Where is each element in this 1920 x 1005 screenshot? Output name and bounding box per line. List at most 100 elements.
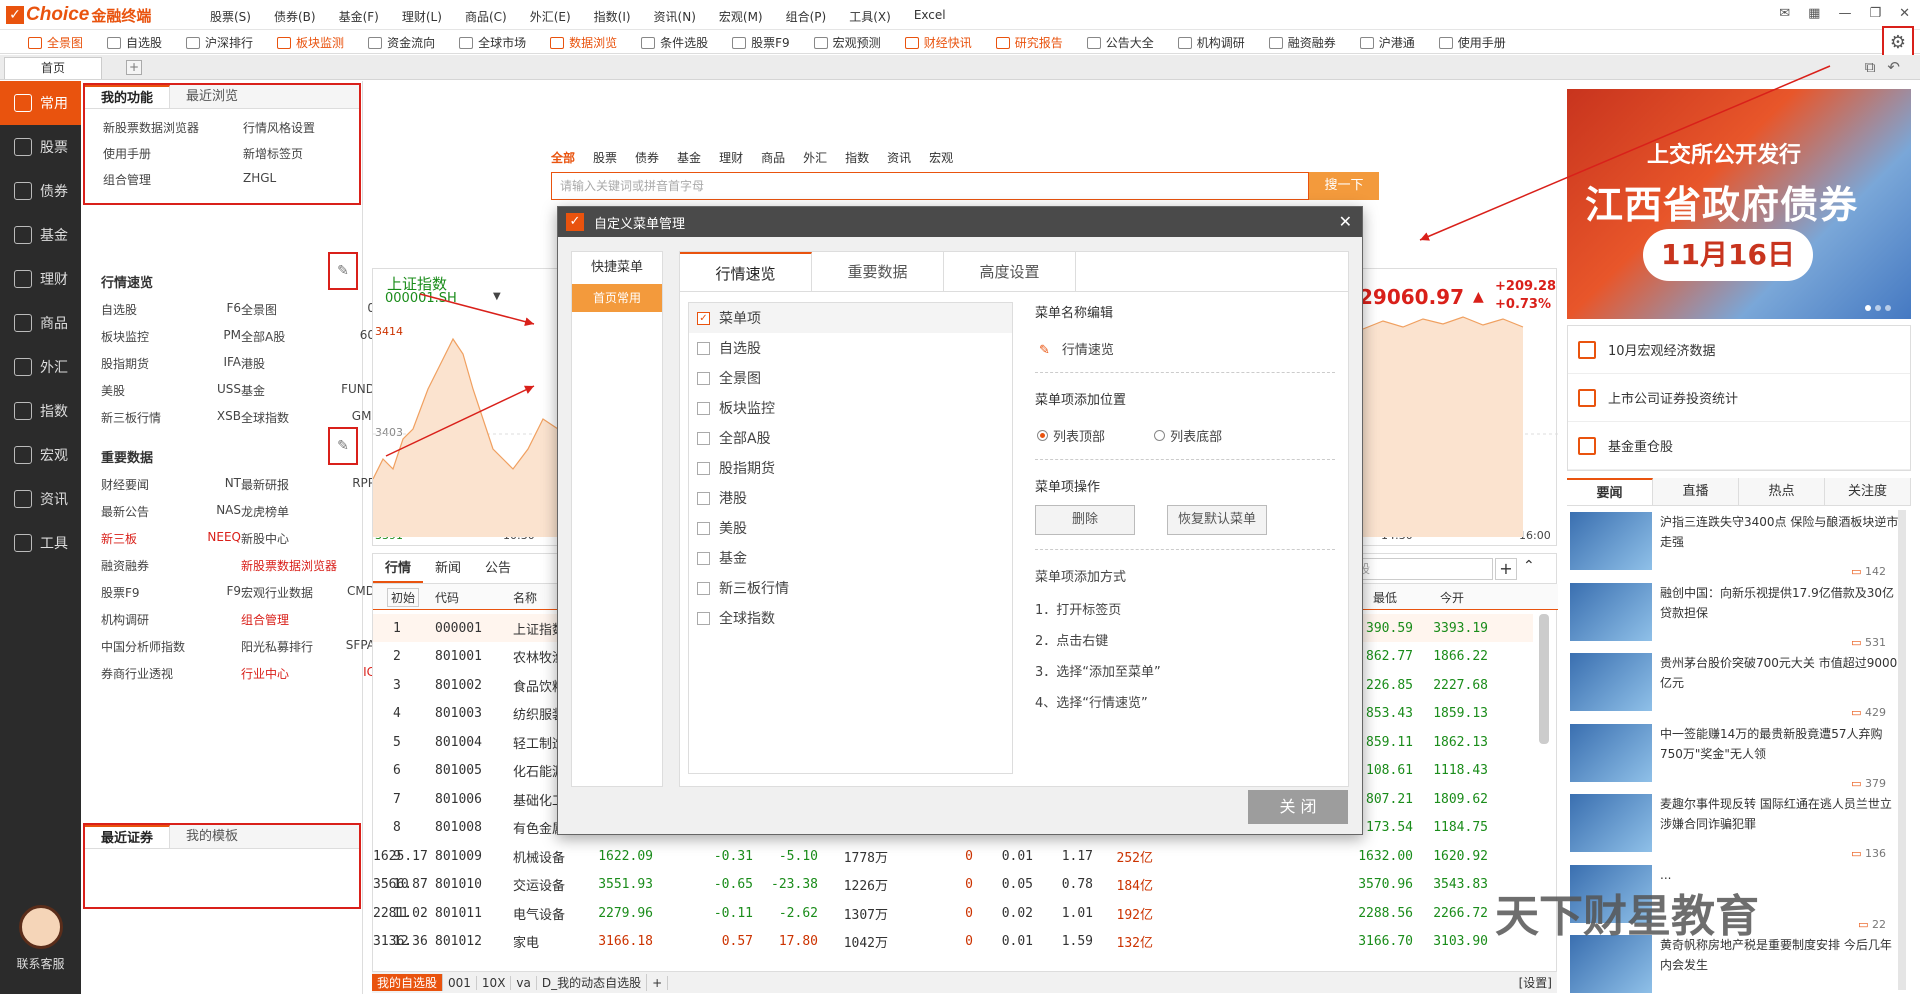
quick-item-2-2[interactable]: 港股	[241, 355, 325, 372]
data-item-1-0[interactable]: 最新公告	[101, 503, 187, 520]
news-item-3[interactable]: 中一签能赚14万的最贵新股竟遭57人弃购 750万"奖金"无人领379	[1570, 723, 1900, 794]
checkbox-icon[interactable]	[697, 521, 710, 535]
sidebar-item-4[interactable]: 理财	[0, 257, 81, 301]
add-stock-button[interactable]: +	[1495, 558, 1517, 580]
checklist-item-0[interactable]: 自选股	[689, 333, 1012, 363]
data-item-2-2[interactable]: 新股中心	[241, 530, 337, 547]
data-item-5-2[interactable]: 组合管理	[241, 611, 337, 628]
function-item-0[interactable]: 新股票数据浏览器	[103, 119, 243, 136]
checklist-item-5[interactable]: 港股	[689, 483, 1012, 513]
tab-my-templates[interactable]: 我的模板	[170, 825, 254, 848]
sidebar-item-9[interactable]: 资讯	[0, 477, 81, 521]
header-low[interactable]: 最低	[1373, 589, 1397, 606]
toolbar-item-6[interactable]: 数据浏览	[550, 34, 617, 51]
search-tab-8[interactable]: 资讯	[887, 149, 911, 166]
toolbar-item-4[interactable]: 资金流向	[368, 34, 435, 51]
checkbox-icon[interactable]	[697, 581, 710, 595]
menu-item-2[interactable]: 基金(F)	[339, 8, 379, 25]
dialog-close-button[interactable]: 关 闭	[1248, 790, 1348, 824]
header-name[interactable]: 名称	[513, 589, 537, 606]
menu-item-11[interactable]: Excel	[914, 8, 946, 25]
data-item-3-0[interactable]: 融资融券	[101, 557, 187, 574]
dialog-tab-1[interactable]: 重要数据	[812, 252, 944, 291]
quick-link-1[interactable]: 上市公司证券投资统计	[1568, 374, 1910, 422]
sidebar-item-0[interactable]: 常用	[0, 81, 81, 125]
sidebar-item-8[interactable]: 宏观	[0, 433, 81, 477]
data-item-2-0[interactable]: 新三板	[101, 530, 187, 547]
news-tab-3[interactable]: 关注度	[1825, 478, 1911, 505]
quick-link-0[interactable]: 10月宏观经济数据	[1568, 326, 1910, 374]
toolbar-item-0[interactable]: 全景图	[28, 34, 83, 51]
search-tab-3[interactable]: 基金	[677, 149, 701, 166]
collapse-icon[interactable]: ⌃	[1523, 558, 1535, 574]
toolbar-item-2[interactable]: 沪深排行	[186, 34, 253, 51]
search-tab-4[interactable]: 理财	[719, 149, 743, 166]
checklist-item-2[interactable]: 板块监控	[689, 393, 1012, 423]
checklist-header[interactable]: ✓ 菜单项	[689, 303, 1012, 333]
toolbar-item-12[interactable]: 公告大全	[1086, 34, 1154, 51]
quick-item-4-0[interactable]: 新三板行情	[101, 409, 187, 426]
sidebar-item-2[interactable]: 债券	[0, 169, 81, 213]
toolbar-item-5[interactable]: 全球市场	[459, 34, 526, 51]
quick-item-3-0[interactable]: 美股	[101, 382, 187, 399]
checklist-item-6[interactable]: 美股	[689, 513, 1012, 543]
table-search-input[interactable]: 股	[1353, 558, 1493, 580]
sidebar-item-7[interactable]: 指数	[0, 389, 81, 433]
checklist-item-8[interactable]: 新三板行情	[689, 573, 1012, 603]
menu-item-8[interactable]: 宏观(M)	[719, 8, 763, 25]
layout-icon[interactable]: ▦	[1808, 6, 1820, 21]
search-button[interactable]: 搜一下	[1309, 172, 1379, 200]
checklist-item-3[interactable]: 全部A股	[689, 423, 1012, 453]
banner-dots[interactable]	[1865, 305, 1891, 311]
radio-list-top[interactable]: 列表顶部	[1037, 426, 1105, 445]
menu-home-common[interactable]: 首页常用	[572, 284, 662, 312]
toolbar-item-16[interactable]: 使用手册	[1438, 34, 1506, 51]
table-tab-0[interactable]: 行情	[373, 554, 424, 583]
checkbox-icon[interactable]	[697, 371, 710, 385]
table-row[interactable]: 11 801011 电气设备 2279.96 -0.11 -2.62 1307万 0 0.02 1…	[373, 899, 1533, 927]
news-scrollbar[interactable]	[1898, 510, 1906, 990]
bottom-tab-6[interactable]: [设置]	[1514, 974, 1557, 991]
quick-link-2[interactable]: 基金重仓股	[1568, 422, 1910, 470]
search-tab-5[interactable]: 商品	[761, 149, 785, 166]
tab-recent-securities[interactable]: 最近证券	[85, 825, 171, 848]
menu-name-value[interactable]: 行情速览	[1062, 343, 1114, 358]
quick-item-0-0[interactable]: 自选股	[101, 301, 187, 318]
quick-item-1-0[interactable]: 板块监控	[101, 328, 187, 345]
bottom-tab-3[interactable]: va	[511, 975, 537, 990]
quick-item-3-2[interactable]: 基金	[241, 382, 325, 399]
menu-item-10[interactable]: 工具(X)	[849, 8, 891, 25]
toolbar-item-7[interactable]: 条件选股	[641, 34, 708, 51]
checkbox-icon[interactable]	[697, 341, 710, 355]
data-item-7-2[interactable]: 行业中心	[241, 665, 337, 682]
data-item-4-0[interactable]: 股票F9	[101, 584, 187, 601]
search-input[interactable]: 请输入关键词或拼音首字母	[551, 172, 1309, 200]
tab-recent-browse[interactable]: 最近浏览	[170, 85, 254, 108]
menu-item-4[interactable]: 商品(C)	[465, 8, 507, 25]
data-item-0-0[interactable]: 财经要闻	[101, 476, 187, 493]
menu-item-9[interactable]: 组合(P)	[786, 8, 827, 25]
data-item-6-2[interactable]: 阳光私募排行	[241, 638, 337, 655]
checkbox-icon[interactable]: ✓	[697, 311, 710, 325]
dialog-tab-0[interactable]: 行情速览	[680, 252, 812, 291]
search-tab-9[interactable]: 宏观	[929, 149, 953, 166]
edit-quick-icon[interactable]: ✎	[328, 252, 358, 290]
toolbar-item-11[interactable]: 研究报告	[995, 34, 1063, 51]
data-item-1-2[interactable]: 龙虎榜单	[241, 503, 337, 520]
toolbar-item-8[interactable]: 股票F9	[732, 34, 790, 51]
restore-default-button[interactable]: 恢复默认菜单	[1167, 505, 1267, 535]
news-item-4[interactable]: 麦趣尔事件现反转 国际红通在逃人员兰世立涉嫌合同诈骗犯罪136	[1570, 794, 1900, 864]
news-item-6[interactable]: 黄奇帆称房地产税是重要制度安排 今后几年内会发生	[1570, 935, 1900, 1005]
toolbar-item-1[interactable]: 自选股	[107, 34, 162, 51]
sidebar-item-3[interactable]: 基金	[0, 213, 81, 257]
mail-icon[interactable]: ✉	[1779, 6, 1790, 21]
edit-data-icon[interactable]: ✎	[328, 427, 358, 465]
menu-item-3[interactable]: 理财(L)	[402, 8, 442, 25]
close-button[interactable]: ✕	[1899, 6, 1910, 21]
tab-my-functions[interactable]: 我的功能	[85, 85, 171, 108]
sidebar-item-6[interactable]: 外汇	[0, 345, 81, 389]
checkbox-icon[interactable]	[697, 491, 710, 505]
customer-service[interactable]: 联系客服	[0, 905, 81, 972]
table-row[interactable]: 9 801009 机械设备 1622.09 -0.31 -5.10 1778万 0 0.01 1.…	[373, 842, 1533, 870]
function-item-4[interactable]: 组合管理	[103, 171, 243, 188]
